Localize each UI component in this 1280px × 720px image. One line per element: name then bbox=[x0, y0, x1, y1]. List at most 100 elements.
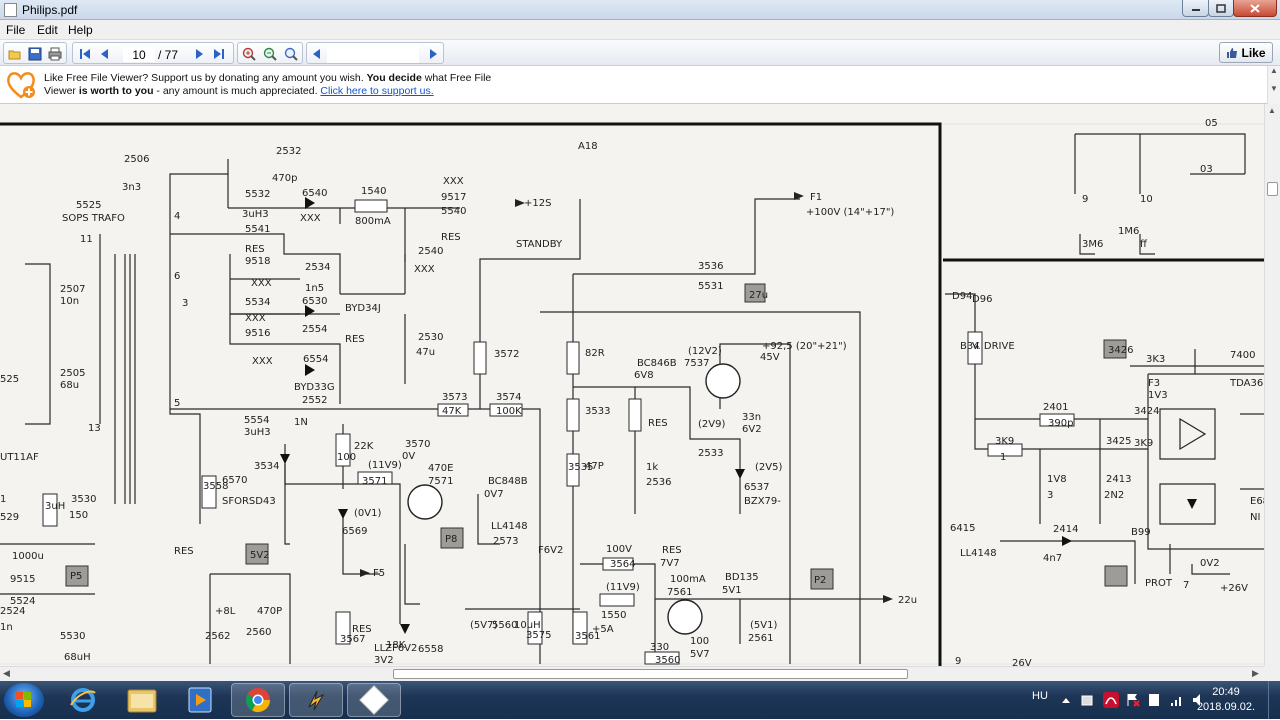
window-title: Philips.pdf bbox=[22, 3, 78, 17]
schematic-label: B99 bbox=[1131, 527, 1151, 538]
schematic-label: 6530 bbox=[302, 296, 327, 307]
heart-donate-icon[interactable] bbox=[5, 69, 37, 101]
zoom-fit-button[interactable] bbox=[283, 46, 299, 62]
minimize-button[interactable] bbox=[1182, 0, 1209, 17]
maximize-button[interactable] bbox=[1208, 0, 1234, 17]
support-link[interactable]: Click here to support us. bbox=[320, 85, 433, 97]
schematic-label: +12S bbox=[524, 198, 551, 209]
schematic-label: D94 bbox=[952, 291, 972, 302]
taskbar-media[interactable] bbox=[173, 683, 227, 717]
schematic-label: 10n bbox=[60, 296, 79, 307]
schematic-label: P8 bbox=[445, 534, 457, 545]
page-number-input[interactable] bbox=[123, 47, 155, 62]
title-bar: Philips.pdf bbox=[0, 0, 1280, 20]
schematic-label: STANDBY bbox=[516, 239, 563, 250]
schematic-label: F3 bbox=[1148, 378, 1160, 389]
schematic-label: TDA3653 bbox=[1229, 378, 1264, 389]
schematic-label: 47K bbox=[442, 406, 462, 417]
first-page-icon bbox=[80, 49, 90, 59]
taskbar-explorer[interactable] bbox=[115, 683, 169, 717]
schematic-label: 800mA bbox=[355, 216, 391, 227]
banner-text-4: - any amount is much appreciated. bbox=[153, 85, 321, 97]
show-hidden-icons[interactable] bbox=[1061, 696, 1071, 704]
bolt-app-icon bbox=[308, 690, 325, 711]
schematic-label: 5 bbox=[174, 398, 180, 409]
schematic-label: RES bbox=[345, 334, 365, 345]
taskbar-ie[interactable] bbox=[56, 683, 110, 717]
show-desktop-button[interactable] bbox=[1268, 681, 1280, 719]
scroll-left-icon[interactable]: ◀ bbox=[3, 668, 10, 679]
banner-text-1: Like Free File Viewer? Support us by don… bbox=[44, 72, 367, 84]
schematic-labels: 25063n35525SOPS TRAFO112532470p55323uH36… bbox=[0, 118, 1264, 666]
document-view[interactable]: 2506 3n3 5525 SOPS TRAFO 11 2532 470p 5532 3uH3 6… bbox=[0, 104, 1264, 666]
schematic-label: +100V (14"+17") bbox=[806, 207, 894, 218]
first-page-button[interactable] bbox=[77, 46, 93, 62]
scroll-right-icon[interactable]: ▶ bbox=[1252, 668, 1259, 679]
next-page-button[interactable] bbox=[191, 46, 207, 62]
zoom-in-button[interactable] bbox=[241, 46, 257, 62]
print-button[interactable] bbox=[47, 46, 63, 62]
clock[interactable]: 20:49 2018.09.02. bbox=[1192, 685, 1260, 715]
schematic-label: 5534 bbox=[245, 297, 270, 308]
warning-flag-icon[interactable] bbox=[1125, 692, 1141, 708]
horizontal-scroll-thumb[interactable] bbox=[393, 669, 908, 679]
schematic-label: (11V9) bbox=[606, 582, 640, 593]
schematic-label: 1V3 bbox=[1148, 390, 1168, 401]
schematic-label: F5 bbox=[373, 568, 385, 579]
schematic-label: 100 bbox=[337, 452, 356, 463]
schematic-label: RES bbox=[441, 232, 461, 243]
schematic-label: LLZF6V2 bbox=[374, 643, 417, 654]
device-icon[interactable] bbox=[1147, 692, 1161, 708]
search-input[interactable] bbox=[327, 46, 419, 63]
schematic-label: UT11AF bbox=[0, 452, 39, 463]
banner-message: Like Free File Viewer? Support us by don… bbox=[44, 72, 504, 98]
vertical-scrollbar[interactable]: ▲ bbox=[1264, 104, 1280, 666]
last-page-button[interactable] bbox=[211, 46, 227, 62]
network-icon[interactable] bbox=[1169, 692, 1185, 708]
schematic-label: 3533 bbox=[585, 406, 610, 417]
search-prev-button[interactable] bbox=[309, 46, 325, 62]
banner-scrollbar[interactable]: ▲ ▼ bbox=[1267, 66, 1280, 104]
schematic-label: V. DRIVE bbox=[972, 341, 1015, 352]
open-button[interactable] bbox=[7, 46, 23, 62]
schematic-label: 2573 bbox=[493, 536, 518, 547]
schematic-label: (12V2) bbox=[688, 346, 722, 357]
schematic-label: 05 bbox=[1205, 118, 1218, 129]
schematic-label: 2532 bbox=[276, 146, 301, 157]
taskbar-chrome[interactable] bbox=[231, 683, 285, 717]
next-icon bbox=[430, 49, 437, 59]
schematic-label: 3 bbox=[1047, 490, 1053, 501]
horizontal-scrollbar[interactable]: ◀ ▶ bbox=[0, 666, 1264, 681]
tray-app-icon[interactable] bbox=[1080, 693, 1094, 707]
schematic-label: 6V2 bbox=[742, 424, 762, 435]
schematic-label: 3530 bbox=[71, 494, 96, 505]
acrobat-tray-icon[interactable] bbox=[1103, 692, 1119, 708]
schematic-label: 1M6 bbox=[1118, 226, 1139, 237]
schematic-label: 6569 bbox=[342, 526, 367, 537]
scroll-up-icon[interactable]: ▲ bbox=[1268, 106, 1278, 116]
schematic-label: (2V5) bbox=[755, 462, 782, 473]
schematic-label: 3uH bbox=[45, 501, 65, 512]
schematic-label: BZX79- bbox=[744, 496, 781, 507]
app-icon bbox=[4, 3, 17, 17]
menu-help[interactable]: Help bbox=[68, 23, 93, 37]
menu-file[interactable]: File bbox=[6, 23, 25, 37]
schematic-label: +92,5 (20"+21") bbox=[762, 341, 847, 352]
schematic-label: 2N2 bbox=[1104, 490, 1124, 501]
start-button[interactable] bbox=[4, 683, 44, 717]
language-indicator[interactable]: HU bbox=[1032, 690, 1048, 702]
taskbar-free-file-viewer[interactable] bbox=[347, 683, 401, 717]
prev-page-button[interactable] bbox=[97, 46, 113, 62]
close-button[interactable] bbox=[1233, 0, 1277, 17]
search-next-button[interactable] bbox=[425, 46, 441, 62]
vertical-scroll-thumb[interactable] bbox=[1267, 182, 1278, 196]
schematic-label: 1000u bbox=[12, 551, 44, 562]
close-icon bbox=[1250, 3, 1260, 13]
schematic-label: 2413 bbox=[1106, 474, 1131, 485]
schematic-label: (0V1) bbox=[354, 508, 381, 519]
zoom-out-button[interactable] bbox=[262, 46, 278, 62]
taskbar-tool[interactable] bbox=[289, 683, 343, 717]
like-button[interactable]: Like bbox=[1219, 42, 1273, 63]
menu-edit[interactable]: Edit bbox=[37, 23, 58, 37]
save-button[interactable] bbox=[27, 46, 43, 62]
